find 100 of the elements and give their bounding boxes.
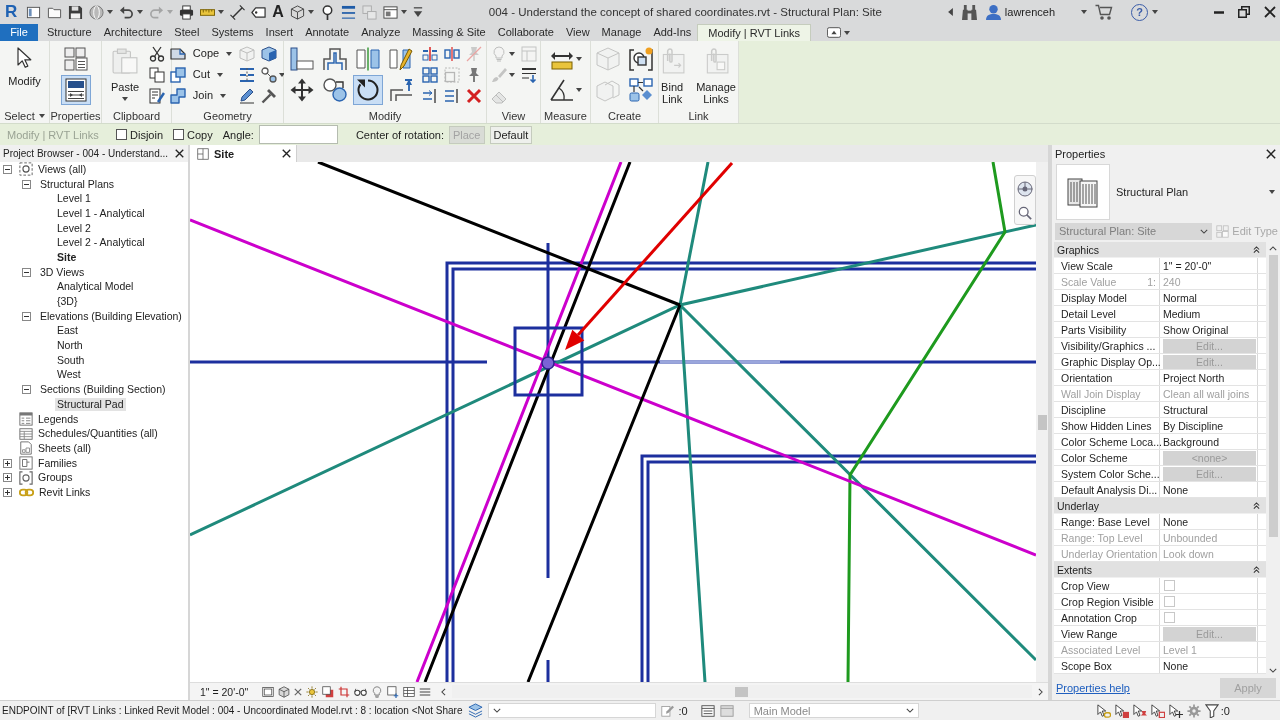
minus-box-icon[interactable] xyxy=(22,311,31,321)
plus-box-icon[interactable] xyxy=(3,487,12,497)
angle-icon[interactable] xyxy=(549,78,574,102)
property-value[interactable]: Medium xyxy=(1163,307,1201,320)
ribbon-tab[interactable]: Architecture xyxy=(97,24,169,41)
default-button[interactable]: Default xyxy=(489,125,533,144)
property-value[interactable]: Normal xyxy=(1163,291,1197,304)
close-icon[interactable] xyxy=(1266,148,1276,159)
caret-icon[interactable] xyxy=(217,72,223,77)
grid-squares-icon[interactable] xyxy=(422,66,438,83)
window-sidebar-icon[interactable] xyxy=(26,4,42,20)
tree-item[interactable]: Legends xyxy=(36,412,81,426)
user-name[interactable]: lawrenceh xyxy=(1004,6,1055,18)
minus-box-icon[interactable] xyxy=(22,267,31,277)
close-icon[interactable] xyxy=(282,149,291,158)
stacked-sheets-icon[interactable] xyxy=(63,47,88,71)
scrollbar-thumb[interactable] xyxy=(735,686,749,697)
caret-icon[interactable] xyxy=(307,10,314,14)
tree-item[interactable]: Level 1 - Analytical xyxy=(55,206,147,220)
ribbon-tab[interactable]: View xyxy=(559,24,596,41)
linked-nodes-icon[interactable] xyxy=(261,66,278,83)
minus-box-icon[interactable] xyxy=(3,164,12,174)
app-logo[interactable]: R xyxy=(5,3,18,21)
scissors-icon[interactable] xyxy=(149,45,166,62)
sheet-frame-icon[interactable] xyxy=(262,685,275,698)
glasses-icon[interactable] xyxy=(354,687,368,696)
close-icon[interactable] xyxy=(1264,6,1276,18)
chevron-down-icon[interactable] xyxy=(1200,228,1209,234)
ribbon-tab[interactable]: Annotate xyxy=(299,24,356,41)
group-header[interactable]: Extents xyxy=(1054,562,1266,578)
close-icon[interactable] xyxy=(175,149,184,158)
sun-icon[interactable] xyxy=(306,685,319,698)
tree-item[interactable]: Structural Pad xyxy=(55,397,126,411)
checkbox[interactable] xyxy=(116,129,127,140)
document-tab[interactable]: Site xyxy=(190,145,297,162)
caret-icon[interactable] xyxy=(279,72,286,77)
caret-icon[interactable] xyxy=(1081,10,1087,14)
tree-item[interactable]: Schedules/Quantities (all) xyxy=(36,427,160,441)
lines-down-arrow-icon[interactable] xyxy=(520,66,537,83)
pencil-icon[interactable] xyxy=(239,87,256,104)
property-value[interactable]: 1" = 20'-0" xyxy=(1163,259,1212,272)
tree-item[interactable]: East xyxy=(55,324,80,338)
caret-icon[interactable] xyxy=(575,88,582,92)
properties-button[interactable] xyxy=(60,75,91,105)
cope-button[interactable]: Cope xyxy=(168,43,234,64)
page-pen-icon[interactable] xyxy=(149,87,166,104)
property-value[interactable]: Show Original xyxy=(1163,323,1229,336)
crop-frame-icon[interactable] xyxy=(338,685,351,698)
join-button[interactable]: Join xyxy=(168,85,234,106)
chevron-down-icon[interactable] xyxy=(492,708,501,713)
tree-item[interactable]: Level 2 xyxy=(55,221,93,235)
restore-icon[interactable] xyxy=(1238,6,1250,18)
caret-icon[interactable] xyxy=(218,10,225,14)
cross-icon[interactable] xyxy=(466,87,482,104)
corner-lines-icon[interactable] xyxy=(389,78,413,102)
property-value[interactable]: Project North xyxy=(1163,371,1225,384)
tree-item[interactable]: Sections (Building Section) xyxy=(38,383,168,397)
two-bars-pencil-icon[interactable] xyxy=(389,47,413,71)
scrollbar-thumb[interactable] xyxy=(1037,415,1047,430)
l-shape-icon[interactable] xyxy=(290,47,314,71)
person-icon[interactable] xyxy=(985,4,1001,20)
minus-box-icon[interactable] xyxy=(22,385,31,395)
cut-button[interactable]: Cut xyxy=(168,64,234,85)
magnifier-icon[interactable] xyxy=(1018,205,1032,220)
caret-icon[interactable] xyxy=(220,93,227,98)
property-value[interactable]: None xyxy=(1163,483,1189,496)
cursor-outline-square-icon[interactable] xyxy=(1150,703,1165,718)
ribbon-tab[interactable]: Collaborate xyxy=(491,24,560,41)
hammer-icon[interactable] xyxy=(261,87,278,104)
cursor-pin-icon[interactable] xyxy=(1132,703,1147,718)
table-icon[interactable] xyxy=(403,685,416,698)
text-tool-button[interactable]: A xyxy=(272,4,284,20)
ribbon-tab[interactable]: Insert xyxy=(259,24,300,41)
tree-item[interactable]: Groups xyxy=(36,471,75,485)
filter-icon[interactable] xyxy=(1204,703,1219,718)
cube-face-icon[interactable] xyxy=(261,45,278,62)
lines-bar-icon[interactable] xyxy=(444,87,460,104)
view-scale[interactable]: 1" = 20'-0" xyxy=(200,685,249,698)
tree-item[interactable]: Revit Links xyxy=(37,485,93,499)
caret-icon[interactable] xyxy=(226,51,233,56)
split-bars-icon[interactable] xyxy=(422,45,438,62)
checkbox[interactable] xyxy=(173,129,184,140)
steering-wheel-icon[interactable] xyxy=(1017,180,1033,197)
property-value[interactable]: Structural xyxy=(1163,403,1208,416)
ribbon-tab[interactable]: Steel xyxy=(168,24,206,41)
ribbon-tab[interactable]: Analyze xyxy=(355,24,407,41)
property-value[interactable]: By Discipline xyxy=(1163,419,1224,432)
minimize-icon[interactable] xyxy=(1214,10,1224,14)
two-bars-axis-icon[interactable] xyxy=(356,47,380,71)
double-chevron-up-icon[interactable] xyxy=(1253,502,1260,509)
tree-item[interactable]: Site xyxy=(55,250,79,264)
ribbon-tab[interactable]: Structure xyxy=(41,24,98,41)
sphere-icon[interactable] xyxy=(89,4,105,20)
left-triangle-icon[interactable] xyxy=(947,8,953,16)
scrollbar-thumb[interactable] xyxy=(1268,255,1278,537)
stepped-outline-icon[interactable] xyxy=(323,47,347,71)
help-link[interactable]: Properties help xyxy=(1056,682,1130,694)
tag-icon[interactable] xyxy=(251,4,267,20)
chevron-up-icon[interactable] xyxy=(1269,246,1277,251)
split-lines-icon[interactable] xyxy=(239,66,256,83)
